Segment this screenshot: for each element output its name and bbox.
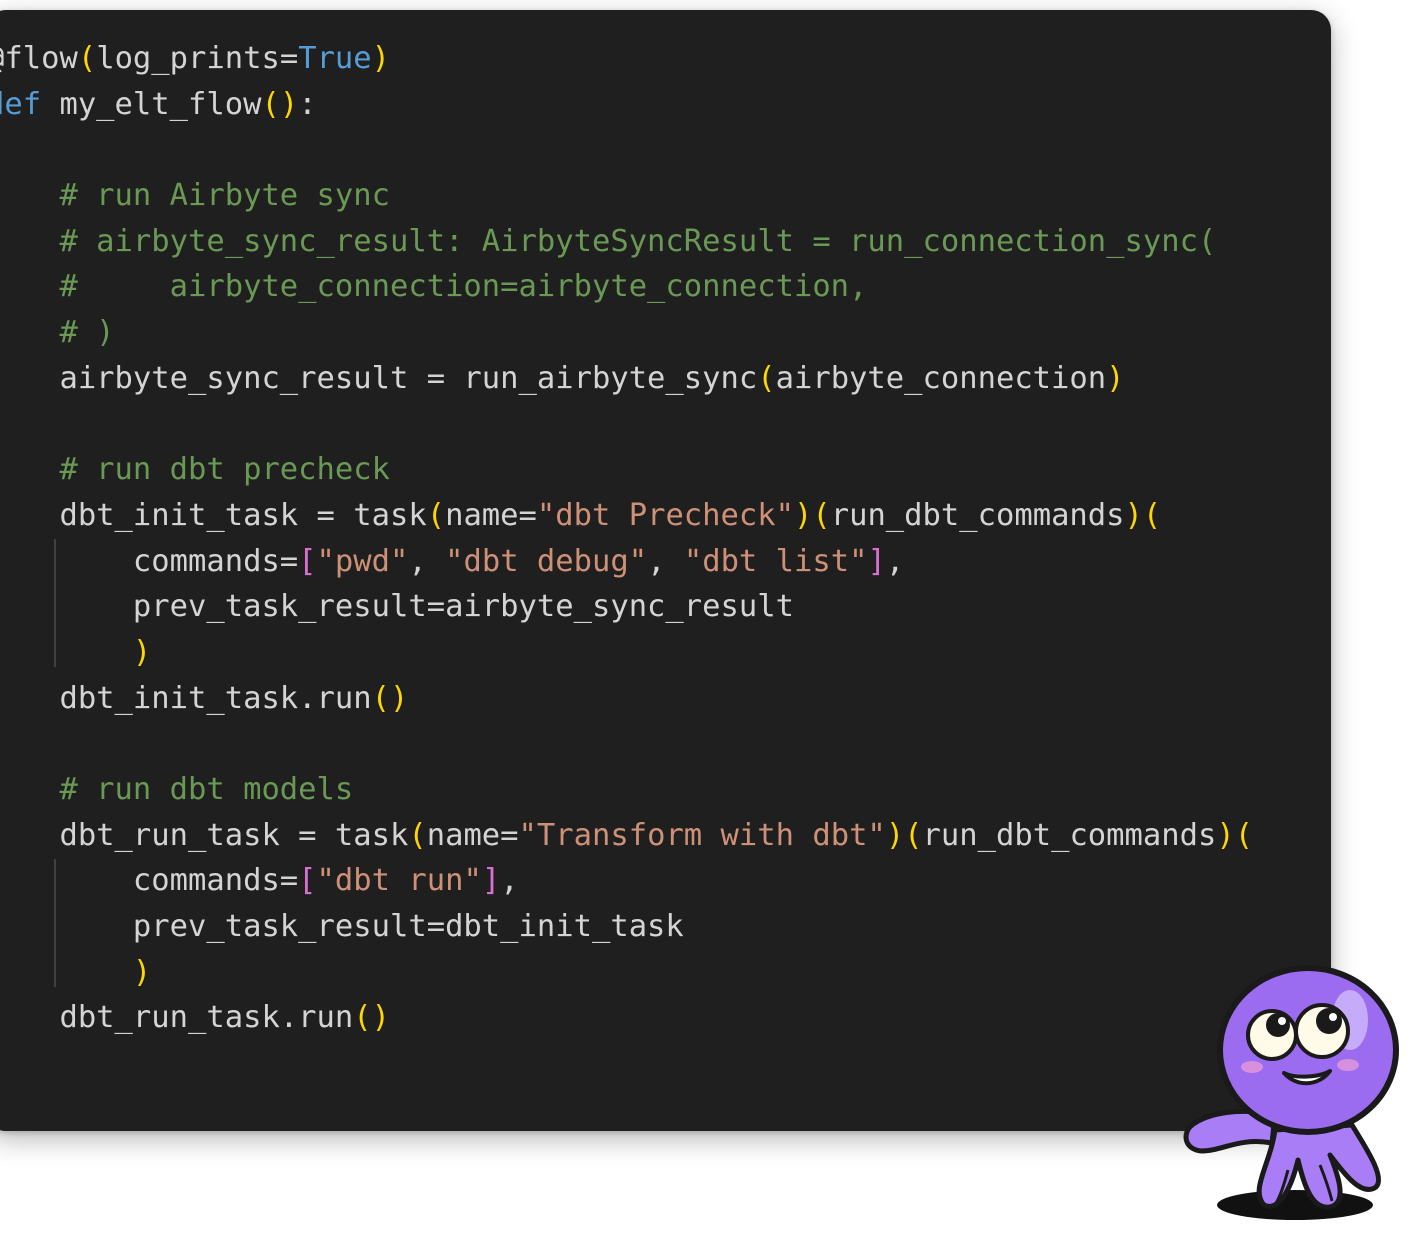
code-token: "dbt Precheck" [536,497,794,533]
code-token: # run dbt models [0,772,354,807]
code-line: prev_task_result=airbyte_sync_result [0,584,1253,630]
code-line: ) [0,950,1253,996]
code-line: dbt_run_task = task(name="Transform with… [0,813,1253,859]
code-token: # run dbt precheck [0,452,390,488]
code-token: dbt_init_task.run [0,680,372,716]
code-token: run_dbt_commands [922,817,1217,853]
code-token: # airbyte_sync_result: AirbyteSyncResult… [0,223,1217,259]
code-token: ] [867,543,886,579]
code-token: , [500,863,519,899]
code-token: () [371,680,409,716]
code-line: # ) [0,310,1253,356]
code-token: ) [0,954,152,990]
code-token: # airbyte_connection=airbyte_connection, [0,269,868,305]
code-token: commands= [0,543,299,579]
code-token: dbt_run_task.run [0,1000,354,1036]
code-token: def [0,86,42,122]
code-line: # run Airbyte sync [0,173,1253,219]
code-token: )( [1216,817,1254,853]
code-token: ( [426,497,446,533]
code-line: @flow(log_prints=True) [0,36,1253,82]
screenshot-stage: @flow(log_prints=True)def my_elt_flow():… [0,0,1422,1257]
code-token: [ [298,863,317,899]
code-token: "dbt list" [683,543,868,579]
code-line: dbt_init_task = task(name="dbt Precheck"… [0,493,1253,539]
code-line: # airbyte_sync_result: AirbyteSyncResult… [0,219,1253,265]
code-token: , [647,543,684,579]
code-token: , [885,543,905,579]
code-token: ( [757,360,776,396]
code-token: "dbt debug" [445,543,648,579]
code-line: airbyte_sync_result = run_airbyte_sync(a… [0,356,1253,402]
code-token: airbyte_connection [775,360,1107,396]
code-token: dbt_run_task = task [0,817,409,853]
code-token: "Transform with dbt" [518,817,886,853]
code-token: [ [298,543,317,579]
code-line: def my_elt_flow(): [0,82,1253,128]
code-token: ) [371,41,391,76]
code-token: ) [0,634,152,670]
code-token: ) [1106,360,1125,396]
code-token: @flow [0,41,78,76]
code-line: ) [0,630,1253,676]
code-token: run_dbt_commands [830,497,1125,533]
code-line: # airbyte_connection=airbyte_connection, [0,264,1253,310]
code-token: "pwd" [316,543,409,579]
code-line: # run dbt models [0,767,1253,813]
octopus-mascot-icon [1183,965,1399,1220]
code-token: prev_task_result=dbt_init_task [0,909,684,945]
code-token: name= [445,497,537,533]
code-token: my_elt_flow [41,86,262,122]
code-token: , [408,543,446,579]
code-token: airbyte_sync_result = run_airbyte_sync [0,360,758,396]
code-token: ( [77,41,97,76]
code-token: : [298,86,317,122]
code-token: log_prints= [96,41,299,76]
code-editor-window: @flow(log_prints=True)def my_elt_flow():… [0,10,1331,1131]
code-token: ( [408,817,427,853]
code-token: prev_task_result=airbyte_sync_result [0,589,794,625]
code-token: commands= [0,863,299,899]
code-token: () [261,86,299,122]
code-token: # run Airbyte sync [0,178,390,214]
code-token: "dbt run" [316,863,482,899]
code-line: commands=["dbt run"], [0,858,1253,904]
code-line: prev_task_result=dbt_init_task [0,904,1253,950]
code-token: )( [793,497,831,533]
code-token: ] [481,863,501,899]
code-line: dbt_run_task.run() [0,995,1253,1041]
code-line: # run dbt precheck [0,447,1253,493]
code-token: () [353,1000,390,1036]
code-token: True [298,41,372,76]
code-token: )( [885,817,923,853]
code-token: # ) [59,315,115,351]
code-token: name= [426,817,519,853]
code-token: )( [1124,497,1162,533]
code-block[interactable]: @flow(log_prints=True)def my_elt_flow():… [0,36,1253,1041]
code-line: dbt_init_task.run() [0,676,1253,722]
code-line: commands=["pwd", "dbt debug", "dbt list"… [0,539,1253,585]
code-token: dbt_init_task = task [0,497,427,533]
